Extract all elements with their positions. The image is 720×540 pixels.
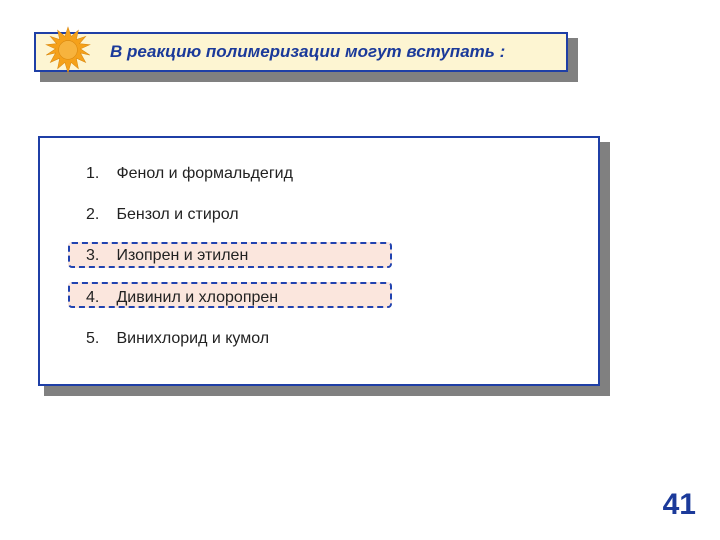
option-text: Изопрен и этилен [116,247,248,264]
answers-panel: 1. Фенол и формальдегид 2. Бензол и стир… [38,136,604,390]
answer-option[interactable]: 4. Дивинил и хлоропрен [86,288,578,307]
option-number: 2. [86,205,112,224]
option-number: 3. [86,246,112,265]
option-text: Бензол и стирол [116,206,238,223]
panel-box: 1. Фенол и формальдегид 2. Бензол и стир… [38,136,600,386]
option-text: Винихлорид и кумол [116,330,269,347]
option-text: Фенол и формальдегид [116,165,292,182]
option-number: 4. [86,288,112,307]
question-title: В реакцию полимеризации могут вступать : [110,42,505,62]
answer-option[interactable]: 1. Фенол и формальдегид [86,164,578,183]
sun-icon [42,26,94,78]
answer-option[interactable]: 2. Бензол и стирол [86,205,578,224]
answer-option[interactable]: 5. Винихлорид и кумол [86,329,578,348]
page-number: 41 [663,488,696,522]
answer-option[interactable]: 3. Изопрен и этилен [86,246,578,265]
option-number: 5. [86,329,112,348]
option-text: Дивинил и хлоропрен [116,289,278,306]
question-title-bar: В реакцию полимеризации могут вступать : [34,32,572,76]
option-number: 1. [86,164,112,183]
title-box: В реакцию полимеризации могут вступать : [34,32,568,72]
